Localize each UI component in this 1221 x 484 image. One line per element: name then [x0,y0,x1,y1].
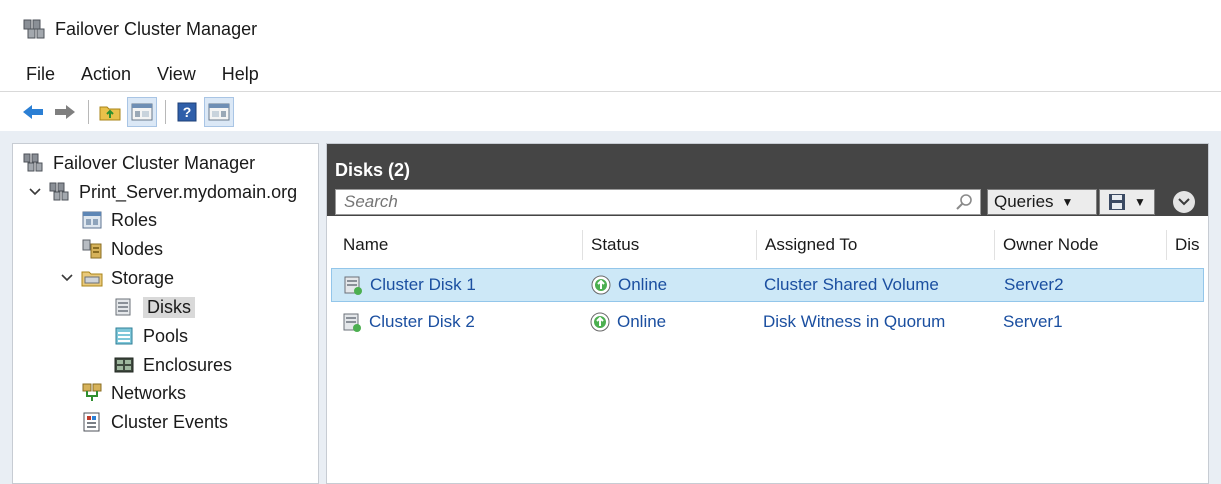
tree-item-networks[interactable]: Networks [81,380,186,406]
caret-down-icon: ▼ [1061,195,1074,209]
owner-node-text: Server1 [1003,312,1063,331]
forward-arrow-icon[interactable] [50,97,80,127]
show-hide-action-pane-icon[interactable] [204,96,234,127]
disk-name: Cluster Disk 1 [370,275,476,294]
disks-icon [113,296,135,318]
online-status-icon [589,311,611,333]
online-status-icon [590,274,612,296]
disk-name: Cluster Disk 2 [369,312,475,331]
menu-action[interactable]: Action [81,64,131,85]
status-text: Online [618,275,668,294]
enclosures-icon [113,354,135,376]
menu-file[interactable]: File [26,64,55,85]
toolbar-separator [165,99,166,124]
svg-text:?: ? [183,104,192,120]
roles-icon [81,209,103,231]
column-header-name[interactable]: Name [335,230,583,260]
nodes-icon [81,238,103,260]
tree-item-cluster[interactable]: Print_Server.mydomain.org [27,179,297,205]
help-icon[interactable]: ? [172,97,202,127]
tree-item-enclosures[interactable]: Enclosures [113,352,232,378]
column-header-owner-node[interactable]: Owner Node [995,230,1167,260]
show-hide-console-tree-icon[interactable] [127,96,157,127]
pane-title: Disks (2) [335,160,411,180]
workspace: Failover Cluster Manager Print_Server.my… [0,131,1221,484]
menu-bar: File Action View Help [0,58,1221,90]
tree-item-disks[interactable]: Disks [113,294,195,320]
chevron-down-icon [1178,198,1190,206]
tree-item-root[interactable]: Failover Cluster Manager [23,150,255,176]
save-query-button[interactable]: ▼ [1099,189,1155,215]
save-icon [1109,194,1126,210]
cell-status: Online [590,269,667,301]
search-input[interactable] [344,192,954,212]
console-tree: Failover Cluster Manager Print_Server.my… [12,143,319,484]
tree-item-pools[interactable]: Pools [113,323,188,349]
cluster-disk-icon [341,311,363,333]
owner-node-text: Server2 [1004,275,1064,294]
chevron-down-icon[interactable] [27,184,43,200]
tree-item-storage[interactable]: Storage [59,265,174,291]
tree-item-roles[interactable]: Roles [81,207,157,233]
chevron-down-icon[interactable] [59,270,75,286]
column-header-disk[interactable]: Dis [1167,230,1208,260]
queries-button[interactable]: Queries ▼ [987,189,1097,215]
column-header-status[interactable]: Status [583,230,757,260]
cell-name: Cluster Disk 1 [342,269,476,301]
table-row[interactable]: Cluster Disk 2 Online Disk Witness in Qu… [331,306,1204,340]
table-row[interactable]: Cluster Disk 1 Online Cluster Shared Vol… [331,268,1204,302]
tree-item-nodes[interactable]: Nodes [81,236,163,262]
caret-down-icon: ▼ [1134,195,1146,209]
search-icon[interactable] [954,191,976,213]
disks-pane: Disks (2) Queries ▼ ▼ Name Status Ass [326,143,1209,484]
cell-status: Online [589,306,666,338]
cluster-icon [49,181,71,203]
column-header-assigned-to[interactable]: Assigned To [757,230,995,260]
cluster-manager-icon [23,152,45,174]
cluster-manager-icon [22,17,46,41]
up-folder-icon[interactable] [95,97,125,127]
back-arrow-icon[interactable] [18,97,48,127]
toolbar: ? [0,91,1221,131]
cluster-disk-icon [342,274,364,296]
assigned-to-text: Disk Witness in Quorum [763,312,946,331]
toolbar-separator [88,99,89,124]
menu-view[interactable]: View [157,64,196,85]
search-box[interactable] [335,189,981,215]
pools-icon [113,325,135,347]
cluster-events-icon [81,411,103,433]
collapse-toggle-button[interactable] [1173,191,1195,213]
window-title: Failover Cluster Manager [55,18,258,39]
menu-help[interactable]: Help [222,64,259,85]
pane-header: Disks (2) Queries ▼ ▼ [327,144,1208,216]
assigned-to-text: Cluster Shared Volume [764,275,939,294]
storage-folder-icon [81,267,103,289]
networks-icon [81,382,103,404]
title-bar: Failover Cluster Manager [0,0,1221,58]
status-text: Online [617,312,667,331]
tree-item-cluster-events[interactable]: Cluster Events [81,409,228,435]
cell-name: Cluster Disk 2 [341,306,475,338]
queries-label: Queries [994,192,1054,211]
